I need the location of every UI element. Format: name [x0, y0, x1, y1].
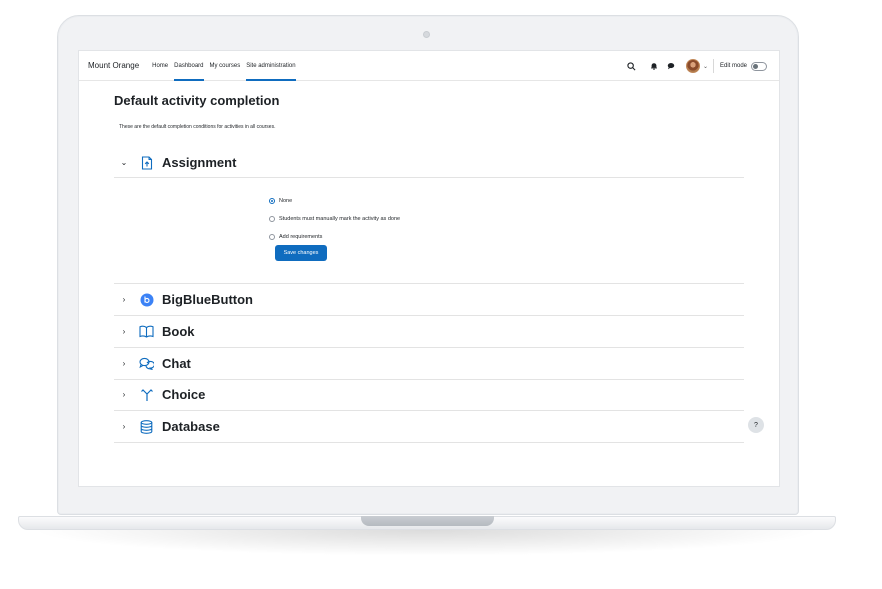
- page-intro: These are the default completion conditi…: [119, 124, 276, 130]
- nav-dashboard[interactable]: Dashboard: [174, 51, 204, 81]
- module-header-bigbluebutton[interactable]: › BigBlueButton: [114, 284, 744, 315]
- completion-options: None Students must manually mark the act…: [269, 192, 400, 246]
- nav-site-administration[interactable]: Site administration: [246, 51, 296, 81]
- page-title: Default activity completion: [114, 93, 280, 108]
- chevron-down-icon[interactable]: ⌄: [117, 158, 131, 167]
- camera-dot: [423, 31, 430, 38]
- help-button[interactable]: ?: [748, 417, 764, 433]
- avatar[interactable]: [685, 59, 700, 73]
- chevron-right-icon[interactable]: ›: [117, 390, 131, 399]
- chat-bubbles-icon: [139, 356, 154, 371]
- module-header-book[interactable]: › Book: [114, 316, 744, 347]
- chevron-down-icon[interactable]: ⌄: [703, 63, 708, 70]
- module-name-database: Database: [162, 419, 220, 434]
- module-name-book: Book: [162, 324, 195, 339]
- screen: Mount Orange Home Dashboard My courses S…: [78, 50, 780, 487]
- module-section-choice: › Choice: [114, 379, 744, 411]
- radio-requirements[interactable]: [269, 234, 275, 240]
- bigbluebutton-icon: [139, 292, 154, 307]
- module-section-database: › Database: [114, 411, 744, 443]
- laptop-shadow: [30, 530, 824, 556]
- save-changes-button[interactable]: Save changes: [275, 245, 327, 261]
- assignment-icon: [139, 155, 154, 170]
- option-label-none: None: [279, 198, 293, 204]
- module-name-assignment: Assignment: [162, 155, 237, 170]
- database-icon: [139, 419, 154, 434]
- option-label-requirements: Add requirements: [279, 234, 323, 240]
- edit-mode-toggle[interactable]: [751, 61, 767, 71]
- module-name-chat: Chat: [162, 356, 191, 371]
- choice-icon: [139, 387, 154, 402]
- laptop-notch: [361, 516, 494, 526]
- radio-none[interactable]: [269, 198, 275, 204]
- module-header-database[interactable]: › Database: [114, 411, 744, 442]
- top-navbar: Mount Orange Home Dashboard My courses S…: [79, 51, 779, 81]
- completion-option-manual[interactable]: Students must manually mark the activity…: [269, 210, 400, 228]
- edit-mode-label: Edit mode: [719, 63, 747, 69]
- book-icon: [139, 324, 154, 339]
- radio-manual[interactable]: [269, 216, 275, 222]
- chat-icon[interactable]: [664, 59, 678, 73]
- module-section-chat: › Chat: [114, 348, 744, 380]
- module-header-assignment[interactable]: ⌄ Assignment: [114, 147, 744, 178]
- nav-home[interactable]: Home: [152, 51, 168, 81]
- navbar-actions: ⌄ Edit mode: [622, 51, 779, 81]
- chevron-right-icon[interactable]: ›: [117, 327, 131, 336]
- module-name-choice: Choice: [162, 387, 206, 402]
- chevron-right-icon[interactable]: ›: [117, 295, 131, 304]
- module-section-assignment: ⌄ Assignment: [114, 147, 744, 178]
- module-section-bigbluebutton: › BigBlueButton: [114, 284, 744, 316]
- chevron-right-icon[interactable]: ›: [117, 422, 131, 431]
- chevron-right-icon[interactable]: ›: [117, 359, 131, 368]
- completion-option-requirements[interactable]: Add requirements: [269, 228, 400, 246]
- navbar-divider: [712, 59, 714, 73]
- option-label-manual: Students must manually mark the activity…: [279, 216, 401, 222]
- module-header-chat[interactable]: › Chat: [114, 348, 744, 379]
- module-header-choice[interactable]: › Choice: [114, 379, 744, 410]
- bell-icon[interactable]: [647, 59, 661, 73]
- site-brand[interactable]: Mount Orange: [88, 61, 139, 70]
- module-name-bigbluebutton: BigBlueButton: [162, 292, 253, 307]
- laptop-mockup: Mount Orange Home Dashboard My courses S…: [0, 0, 882, 589]
- nav-my-courses[interactable]: My courses: [210, 51, 241, 81]
- search-icon[interactable]: [625, 59, 639, 73]
- completion-option-none[interactable]: None: [269, 192, 400, 210]
- module-section-book: › Book: [114, 316, 744, 348]
